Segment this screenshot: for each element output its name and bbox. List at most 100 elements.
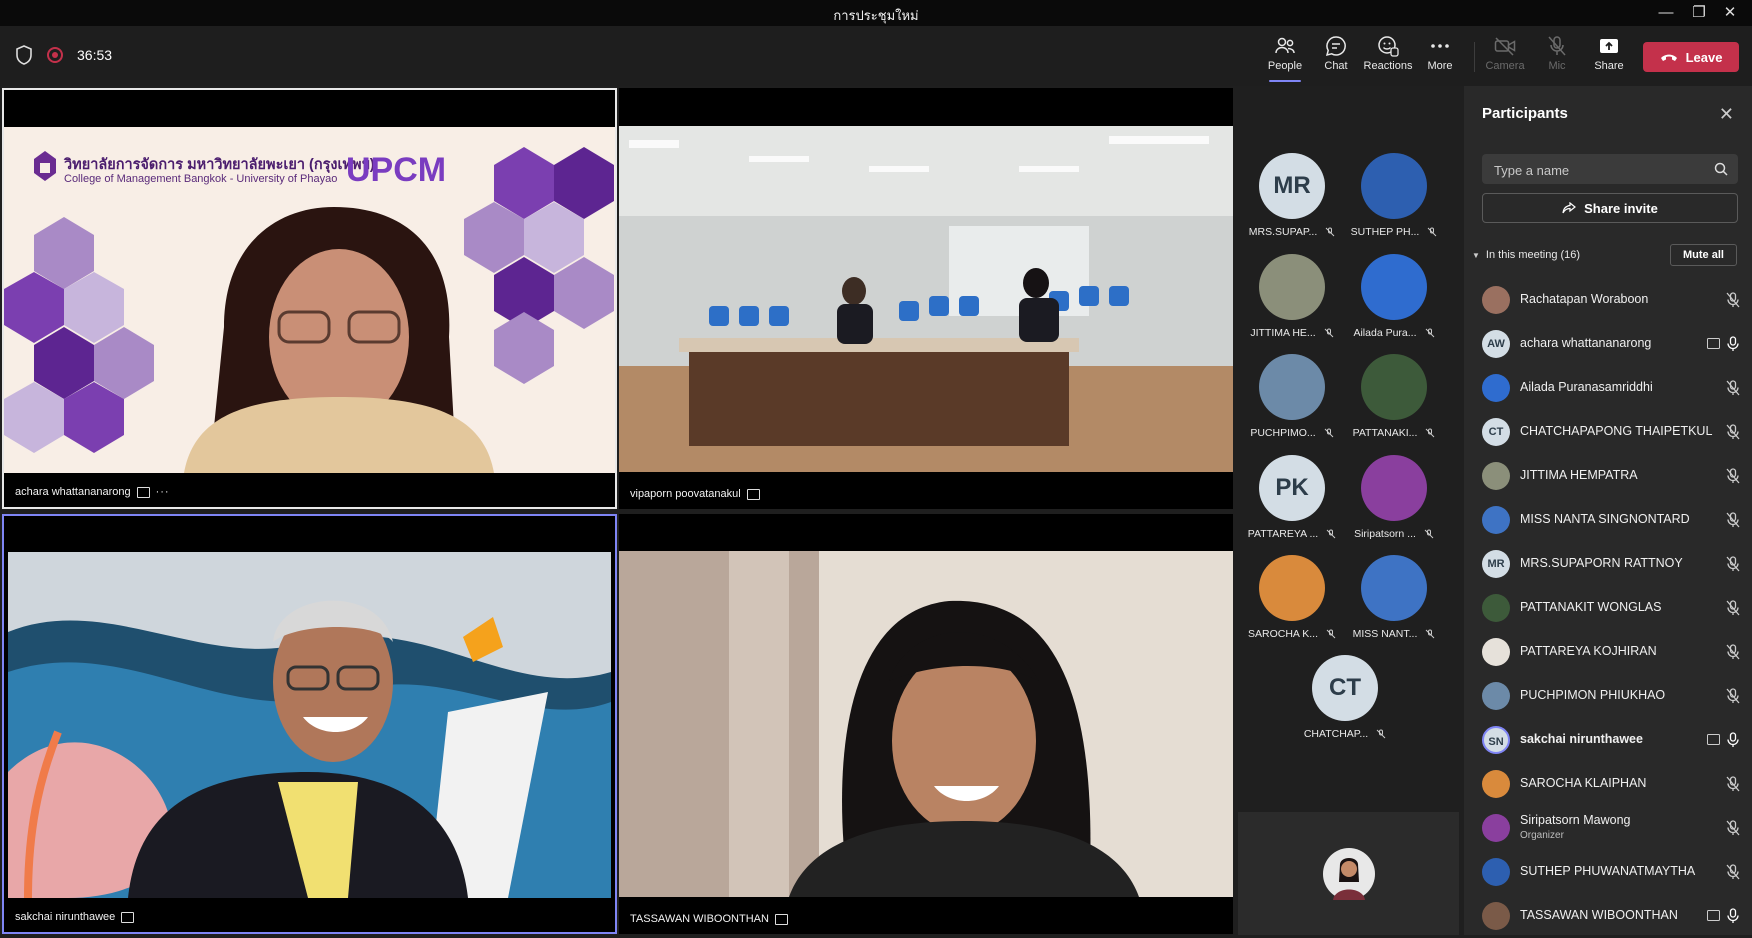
- participant-row[interactable]: PATTANAKIT WONGLAS: [1464, 586, 1752, 630]
- gallery-label: SAROCHA K...: [1247, 628, 1319, 640]
- share-label: Share: [1594, 60, 1624, 72]
- participant-row[interactable]: MISS NANTA SINGNONTARD: [1464, 498, 1752, 542]
- mic-off-icon: [1324, 428, 1334, 438]
- participant-row[interactable]: PUCHPIMON PHIUKHAO: [1464, 674, 1752, 718]
- video-tile-4[interactable]: TASSAWAN WIBOONTHAN: [619, 514, 1233, 934]
- shared-content-icon: [1707, 910, 1720, 921]
- mic-off-icon: [1425, 328, 1434, 338]
- participant-name: SUTHEP PHUWANATMAYTHA: [1520, 864, 1696, 878]
- avatar: [1482, 374, 1510, 402]
- avatar: AW: [1482, 330, 1510, 358]
- people-icon: [1275, 37, 1295, 54]
- participant-row[interactable]: Rachatapan Woraboon: [1464, 278, 1752, 322]
- avatar: [1482, 638, 1510, 666]
- avatar: [1259, 354, 1325, 420]
- self-view[interactable]: [1238, 812, 1459, 935]
- gallery-label: JITTIMA HE...: [1250, 327, 1316, 339]
- shield-icon[interactable]: [14, 44, 34, 66]
- avatar: MR: [1259, 153, 1325, 219]
- shared-content-icon: [1707, 734, 1720, 745]
- participant-row[interactable]: PATTAREYA KOJHIRAN: [1464, 630, 1752, 674]
- leave-button[interactable]: Leave: [1643, 42, 1739, 72]
- gallery-tile[interactable]: MISS NANT...: [1339, 555, 1449, 645]
- participant-row[interactable]: SN sakchai nirunthawee: [1464, 718, 1752, 762]
- participant-name: PATTAREYA KOJHIRAN: [1520, 644, 1657, 658]
- gallery-label: SUTHEP PH...: [1350, 226, 1420, 238]
- mic-off-icon: [1426, 428, 1435, 438]
- maximize-button[interactable]: ❐: [1685, 2, 1713, 24]
- gallery-tile[interactable]: MR MRS.SUPAP...: [1237, 153, 1347, 243]
- avatar: [1259, 555, 1325, 621]
- participant-row[interactable]: Siripatsorn Mawong Organizer: [1464, 806, 1752, 850]
- avatar: MR: [1482, 550, 1510, 578]
- slide-brand: UPCM: [346, 151, 447, 189]
- avatar: [1361, 254, 1427, 320]
- avatar: CT: [1482, 418, 1510, 446]
- search-input[interactable]: [1492, 154, 1696, 186]
- mic-off-icon: [1726, 776, 1740, 792]
- avatar: [1482, 770, 1510, 798]
- participant-name: PUCHPIMON PHIUKHAO: [1520, 688, 1666, 702]
- speaker-video: [184, 207, 494, 473]
- participant-row[interactable]: Ailada Puranasamriddhi: [1464, 366, 1752, 410]
- participant-gallery: MR MRS.SUPAP... SUTHEP PH... JITTIMA HE.…: [1235, 86, 1460, 935]
- chat-button[interactable]: Chat: [1306, 34, 1366, 80]
- slide-university-english: College of Management Bangkok - Universi…: [64, 173, 338, 185]
- gallery-tile[interactable]: PATTANAKI...: [1339, 354, 1449, 444]
- in-meeting-section-toggle[interactable]: ▼ In this meeting (16): [1472, 249, 1580, 261]
- self-avatar: [1323, 848, 1375, 900]
- gallery-tile[interactable]: SUTHEP PH...: [1339, 153, 1449, 243]
- mic-off-icon: [1726, 864, 1740, 880]
- share-invite-button[interactable]: Share invite: [1482, 193, 1738, 223]
- participant-row[interactable]: SUTHEP PHUWANATMAYTHA: [1464, 850, 1752, 894]
- close-panel-icon[interactable]: ✕: [1719, 104, 1734, 125]
- gallery-label: MRS.SUPAP...: [1248, 226, 1318, 238]
- mute-all-button[interactable]: Mute all: [1670, 244, 1737, 266]
- participant-name: CHATCHAPAPONG THAIPETKUL: [1520, 424, 1713, 438]
- participant-row[interactable]: JITTIMA HEMPATRA: [1464, 454, 1752, 498]
- gallery-tile[interactable]: JITTIMA HE...: [1237, 254, 1347, 344]
- gallery-tile[interactable]: SAROCHA K...: [1237, 555, 1347, 645]
- video-tile-3[interactable]: sakchai nirunthawee: [2, 514, 617, 934]
- search-box[interactable]: [1482, 154, 1738, 186]
- participant-row[interactable]: SAROCHA KLAIPHAN: [1464, 762, 1752, 806]
- participant-role: Organizer: [1520, 830, 1564, 841]
- shared-content-icon: [136, 486, 150, 498]
- mic-button[interactable]: Mic: [1527, 34, 1587, 80]
- participant-row[interactable]: MR MRS.SUPAPORN RATTNOY: [1464, 542, 1752, 586]
- mic-off-icon: [1726, 424, 1740, 440]
- participant-row[interactable]: AW achara whattananarong: [1464, 322, 1752, 366]
- avatar: [1361, 555, 1427, 621]
- video-tile-2[interactable]: vipaporn poovatanakul: [619, 88, 1233, 509]
- camera-off-icon: [1494, 37, 1516, 56]
- gallery-tile[interactable]: Siripatsorn ...: [1339, 455, 1449, 545]
- shared-content-icon: [121, 911, 135, 923]
- video-tile-1[interactable]: วิทยาลัยการจัดการ มหาวิทยาลัยพะเยา (กรุง…: [2, 88, 617, 509]
- close-window-button[interactable]: ✕: [1716, 2, 1744, 24]
- participant-row[interactable]: TASSAWAN WIBOONTHAN: [1464, 894, 1752, 938]
- mic-off-icon: [1726, 380, 1740, 396]
- avatar: [1482, 858, 1510, 886]
- more-button[interactable]: More: [1410, 34, 1470, 80]
- more-options-icon[interactable]: ···: [156, 486, 170, 498]
- participant-row[interactable]: CT CHATCHAPAPONG THAIPETKUL: [1464, 410, 1752, 454]
- gallery-label: PUCHPIMO...: [1250, 427, 1316, 439]
- search-icon[interactable]: [1714, 162, 1728, 176]
- avatar: [1482, 506, 1510, 534]
- reactions-button[interactable]: Reactions: [1358, 34, 1418, 80]
- gallery-tile[interactable]: PK PATTAREYA ...: [1237, 455, 1347, 545]
- minimize-button[interactable]: —: [1652, 2, 1680, 24]
- leave-label: Leave: [1685, 49, 1723, 65]
- gallery-tile[interactable]: CT CHATCHAP...: [1290, 655, 1400, 745]
- participants-panel: Participants ✕ Share invite ▼ In this mee…: [1464, 86, 1752, 935]
- share-button[interactable]: Share: [1579, 34, 1639, 80]
- gallery-tile[interactable]: Ailada Pura...: [1339, 254, 1449, 344]
- participant-video: [619, 551, 1233, 897]
- avatar: [1482, 286, 1510, 314]
- camera-button[interactable]: Camera: [1475, 34, 1535, 80]
- gallery-tile[interactable]: PUCHPIMO...: [1237, 354, 1347, 444]
- participant-name: PATTANAKIT WONGLAS: [1520, 600, 1662, 614]
- avatar: [1482, 462, 1510, 490]
- shared-content-icon: [1707, 338, 1720, 349]
- gallery-label: MISS NANT...: [1352, 628, 1418, 640]
